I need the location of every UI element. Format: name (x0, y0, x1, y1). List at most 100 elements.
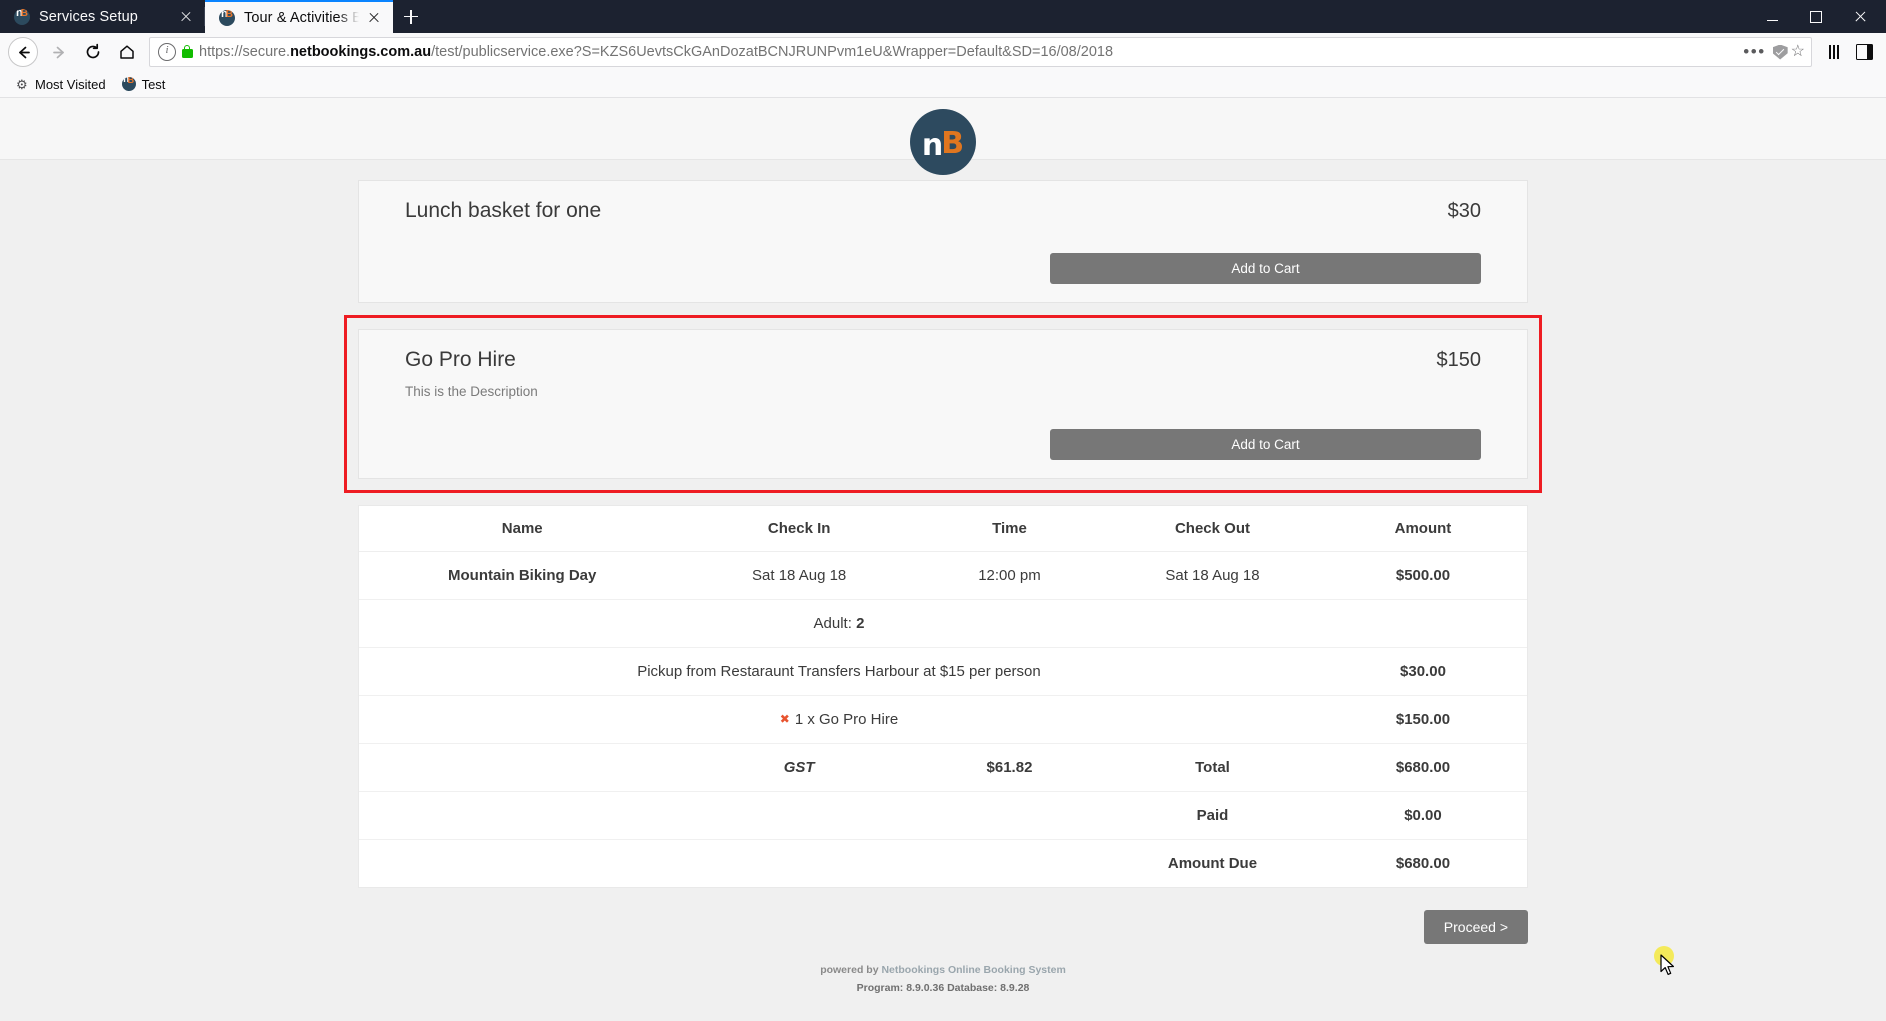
addon-amount: $150.00 (1318, 695, 1527, 744)
guest-value: 2 (856, 615, 865, 632)
guest-count: Adult: 2 (359, 599, 1319, 648)
tax-value: $61.82 (912, 743, 1107, 792)
secure-lock-icon[interactable] (182, 44, 193, 58)
proceed-button[interactable]: Proceed > (1423, 910, 1528, 944)
page-body: Lunch basket for one $30 Add to Cart Go … (0, 160, 1886, 1021)
forward-arrow-icon[interactable] (43, 36, 75, 68)
cart-table: Name Check In Time Check Out Amount Moun… (359, 506, 1527, 887)
table-row: Pickup from Restaraunt Transfers Harbour… (359, 647, 1527, 696)
add-to-cart-button[interactable]: Add to Cart (1050, 429, 1481, 460)
logo-letter-b: B (941, 125, 965, 161)
powered-brand: Netbookings Online Booking System (881, 964, 1066, 976)
logo-letter-n: n (921, 127, 944, 163)
booking-name: Mountain Biking Day (359, 551, 686, 600)
column-header-check-in: Check In (685, 506, 913, 552)
product-actions: Add to Cart (405, 253, 1481, 284)
bookmark-label: Most Visited (35, 76, 106, 92)
product-description: This is the Description (405, 384, 538, 399)
product-name: Go Pro Hire (405, 348, 516, 371)
home-icon[interactable] (111, 36, 143, 68)
table-header-row: Name Check In Time Check Out Amount (359, 506, 1527, 552)
url-bar-actions: ••• ☆ (1739, 43, 1805, 60)
spacer-cell (359, 743, 686, 792)
column-header-name: Name (359, 506, 686, 552)
url-bar[interactable]: i https://secure.netbookings.com.au/test… (149, 37, 1812, 67)
back-arrow-icon[interactable] (8, 37, 38, 67)
spacer-cell (685, 791, 913, 840)
column-header-time: Time (912, 506, 1107, 552)
page-info-icon[interactable]: i (158, 43, 176, 61)
cart-table-body: Mountain Biking Day Sat 18 Aug 18 12:00 … (359, 551, 1527, 888)
tab-title: Tour & Activities Business Onli (244, 9, 359, 26)
version-text: Program: 8.9.0.36 Database: 8.9.28 (856, 982, 1030, 994)
bookmark-label: Test (141, 76, 166, 92)
paid-label: Paid (1106, 791, 1319, 840)
tracking-protection-shield-icon[interactable] (1772, 44, 1788, 60)
product-actions: Add to Cart (405, 429, 1481, 460)
product-header: Go Pro Hire $150 (405, 348, 1481, 372)
bookmark-test[interactable]: Test (116, 75, 172, 94)
spacer-cell (912, 791, 1107, 840)
extra-amount: $30.00 (1318, 647, 1527, 696)
extra-name: Pickup from Restaraunt Transfers Harbour… (359, 647, 1319, 696)
addon-name: 1 x Go Pro Hire (794, 711, 899, 728)
bookmark-star-icon[interactable]: ☆ (1791, 44, 1805, 60)
spacer-cell (359, 840, 685, 888)
product-card-lunch-basket: Lunch basket for one $30 Add to Cart (358, 180, 1528, 303)
netbookings-icon (121, 77, 136, 91)
spacer-cell (685, 840, 913, 888)
product-price: $150 (1436, 349, 1482, 371)
table-row-totals: Amount Due $680.00 (359, 840, 1527, 888)
table-row-totals: GST $61.82 Total $680.00 (359, 743, 1527, 792)
addon-row: ✖ 1 x Go Pro Hire (359, 695, 1319, 744)
netbookings-icon (14, 8, 30, 25)
minimize-button[interactable] (1750, 0, 1794, 33)
table-row: Adult: 2 (359, 599, 1527, 648)
tax-label: GST (685, 743, 913, 792)
table-row-totals: Paid $0.00 (359, 791, 1527, 840)
window-controls (1750, 0, 1886, 33)
netbookings-logo: nB (910, 108, 976, 175)
reload-icon[interactable] (77, 36, 109, 68)
navigation-toolbar: i https://secure.netbookings.com.au/test… (0, 33, 1886, 71)
tab-strip: Services Setup Tour & Activities Busines… (0, 0, 1886, 33)
guest-amount (1318, 599, 1527, 648)
table-row: Mountain Biking Day Sat 18 Aug 18 12:00 … (359, 551, 1527, 600)
bookmarks-toolbar: ⚙ Most Visited Test (0, 71, 1886, 98)
new-tab-button[interactable] (393, 0, 429, 33)
booking-check-out: Sat 18 Aug 18 (1106, 551, 1319, 600)
library-icon[interactable] (1820, 38, 1848, 66)
page-actions-menu-icon[interactable]: ••• (1739, 43, 1769, 60)
tab-title: Services Setup (39, 8, 138, 25)
netbookings-icon (219, 9, 235, 26)
page-viewport: nB Lunch basket for one $30 Add to Cart (0, 98, 1886, 1021)
most-visited-gear-icon: ⚙ (16, 76, 28, 92)
content-container: Lunch basket for one $30 Add to Cart Go … (344, 180, 1542, 1018)
tab-tour-activities[interactable]: Tour & Activities Business Onli (205, 0, 393, 33)
paid-amount: $0.00 (1318, 791, 1527, 840)
close-icon[interactable] (365, 9, 383, 27)
amount-due-value: $680.00 (1395, 855, 1451, 872)
sidebar-panel-icon[interactable] (1850, 38, 1878, 66)
remove-item-icon[interactable]: ✖ (780, 712, 790, 726)
product-header: Lunch basket for one $30 (405, 199, 1481, 223)
booking-amount: $500.00 (1318, 551, 1527, 600)
toolbar-right-icons (1820, 38, 1878, 66)
cart-summary: Name Check In Time Check Out Amount Moun… (358, 505, 1528, 888)
browser-window: Services Setup Tour & Activities Busines… (0, 0, 1886, 1021)
column-header-amount: Amount (1318, 506, 1527, 552)
total-label: Total (1106, 743, 1319, 792)
close-icon[interactable] (177, 8, 195, 26)
powered-prefix: powered by (820, 964, 882, 976)
bookmark-most-visited[interactable]: ⚙ Most Visited (10, 75, 112, 94)
spacer-cell (359, 791, 686, 840)
booking-check-in: Sat 18 Aug 18 (685, 551, 913, 600)
product-card-go-pro-hire: Go Pro Hire $150 This is the Description… (344, 315, 1542, 493)
maximize-button[interactable] (1794, 0, 1838, 33)
add-to-cart-button[interactable]: Add to Cart (1050, 253, 1481, 284)
close-window-button[interactable] (1838, 0, 1882, 33)
powered-by-text: powered by Netbookings Online Booking Sy… (358, 964, 1528, 976)
url-text: https://secure.netbookings.com.au/test/p… (199, 44, 1114, 60)
tab-services-setup[interactable]: Services Setup (0, 0, 205, 33)
spacer-cell (913, 840, 1106, 888)
